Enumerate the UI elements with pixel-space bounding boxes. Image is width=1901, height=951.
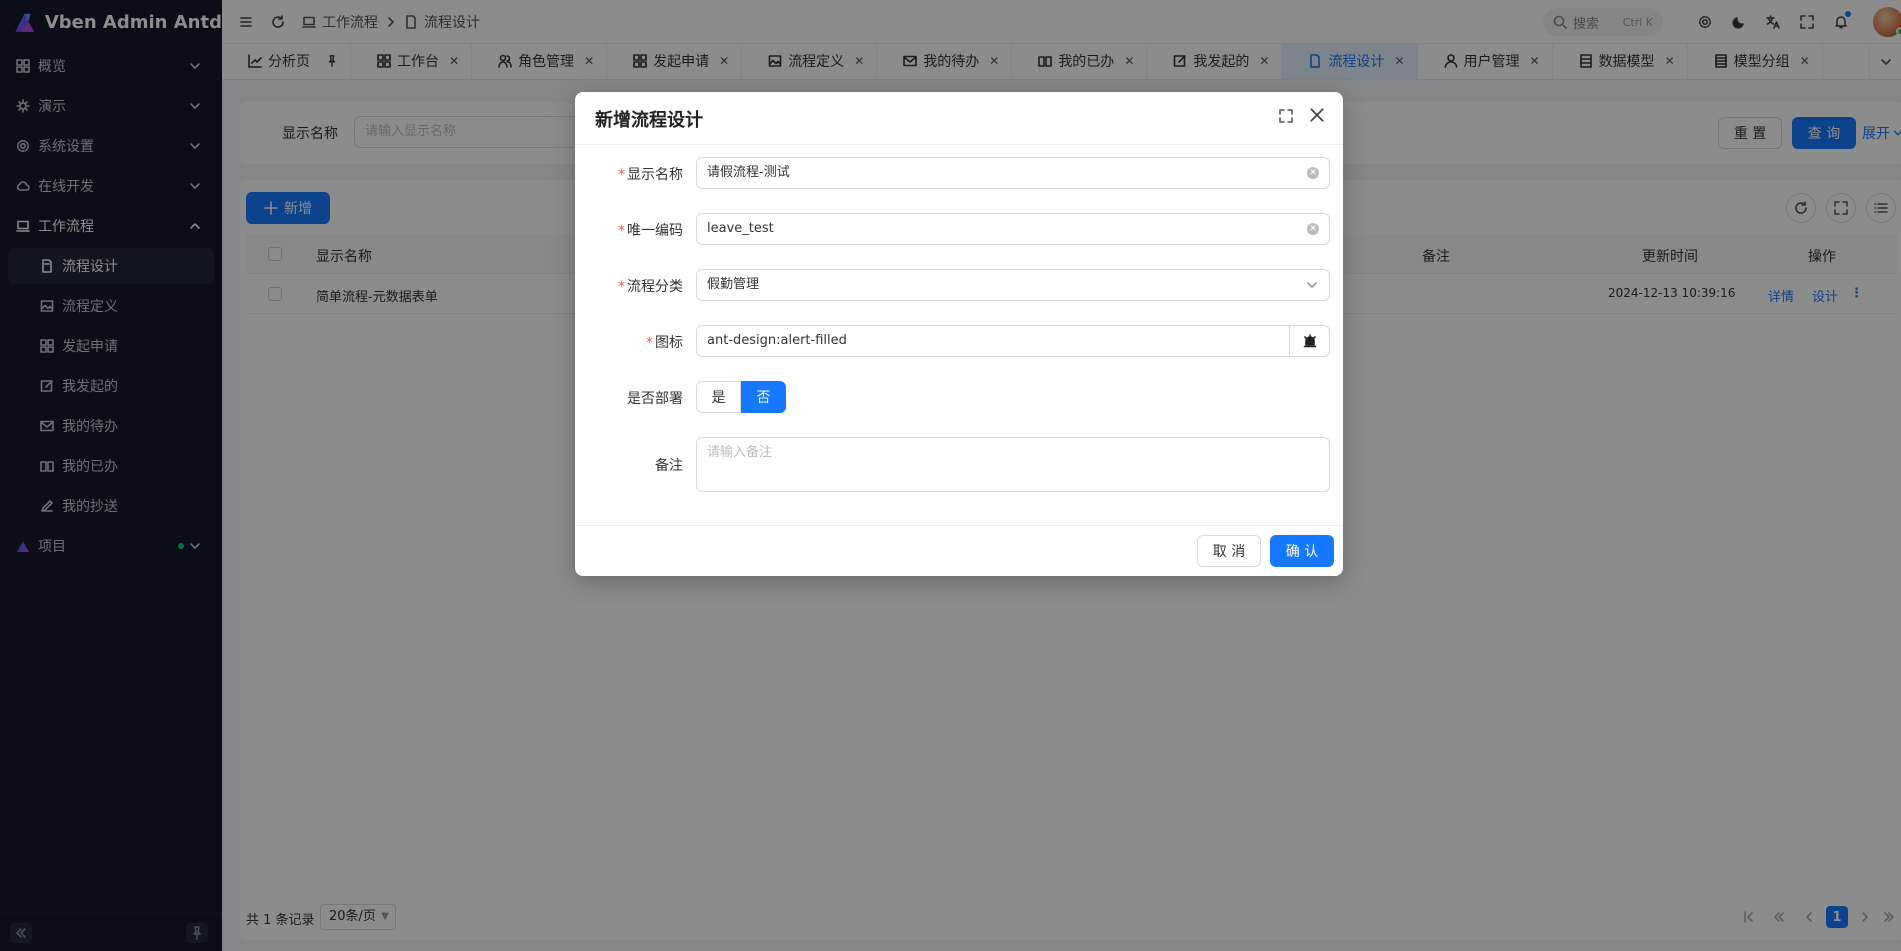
form-row-icon: * 图标 ant-design:alert-filled (575, 325, 1343, 357)
icon-input[interactable]: ant-design:alert-filled (696, 325, 1330, 357)
field-label: * 图标 (646, 332, 683, 352)
code-input[interactable]: leave_test ✕ (696, 213, 1330, 245)
field-label-text: 显示名称 (627, 167, 683, 183)
field-label-text: 图标 (655, 335, 683, 351)
modal-body: * 显示名称 请假流程-测试 ✕ * 唯一编码 leave_test ✕ * 流程分类… (575, 144, 1343, 492)
chevron-down-icon (1307, 282, 1317, 288)
field-label: * 显示名称 (618, 164, 683, 184)
form-row-category: * 流程分类 假勤管理 (575, 269, 1343, 301)
required-mark: * (618, 223, 625, 239)
modal-fullscreen-button[interactable] (1279, 109, 1293, 123)
code-value: leave_test (707, 221, 774, 236)
alert-filled-icon (1303, 334, 1316, 348)
field-label: * 唯一编码 (618, 220, 683, 240)
field-label: * 流程分类 (618, 276, 683, 296)
form-row-code: * 唯一编码 leave_test ✕ (575, 213, 1343, 245)
field-label: 是否部署 (627, 391, 683, 407)
required-mark: * (618, 279, 625, 295)
close-icon (1310, 108, 1324, 122)
cancel-button[interactable]: 取 消 (1197, 535, 1261, 567)
deploy-radio-group: 是 否 (696, 381, 786, 413)
remark-textarea[interactable]: 请输入备注 (696, 437, 1330, 492)
field-label-text: 唯一编码 (627, 223, 683, 239)
display-name-input[interactable]: 请假流程-测试 ✕ (696, 157, 1330, 189)
modal-footer-divider (575, 525, 1343, 526)
form-row-remark: 备注 请输入备注 (575, 437, 1343, 492)
category-select[interactable]: 假勤管理 (696, 269, 1330, 301)
create-process-modal: 新增流程设计 * 显示名称 请假流程-测试 ✕ * 唯一编码 leave_test … (575, 92, 1343, 576)
form-row-display-name: * 显示名称 请假流程-测试 ✕ (575, 157, 1343, 189)
confirm-button[interactable]: 确 认 (1270, 535, 1334, 567)
deploy-yes-option[interactable]: 是 (696, 381, 741, 413)
field-label-text: 流程分类 (627, 279, 683, 295)
modal-close-button[interactable] (1309, 107, 1325, 123)
icon-picker-button[interactable] (1289, 326, 1329, 356)
required-mark: * (646, 335, 653, 351)
form-row-deploy: 是否部署 是 否 (575, 381, 1343, 413)
category-value: 假勤管理 (707, 277, 760, 292)
clear-icon[interactable]: ✕ (1307, 223, 1319, 235)
clear-icon[interactable]: ✕ (1307, 167, 1319, 179)
deploy-no-option[interactable]: 否 (741, 381, 786, 413)
field-label: 备注 (655, 458, 683, 474)
icon-value: ant-design:alert-filled (707, 333, 847, 348)
fullscreen-icon (1279, 109, 1293, 123)
modal-title: 新增流程设计 (595, 110, 703, 131)
display-name-value: 请假流程-测试 (707, 165, 790, 180)
required-mark: * (618, 167, 625, 183)
